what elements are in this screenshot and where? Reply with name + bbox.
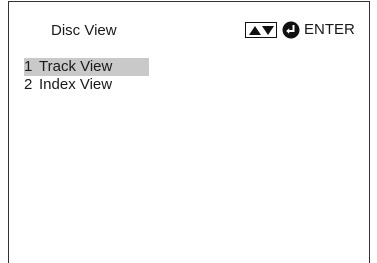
- view-menu: 1 Track View 2 Index View: [24, 58, 224, 94]
- down-arrow-icon: [261, 25, 274, 35]
- up-down-arrows-icon: [245, 22, 277, 38]
- disc-view-screen: Disc View ENTER 1 Track View 2 Index Vie…: [8, 1, 370, 263]
- menu-item-label: Track View: [39, 58, 113, 75]
- page-title: Disc View: [51, 22, 117, 39]
- menu-item-number: 2: [24, 76, 33, 93]
- menu-item-index-view[interactable]: 2 Index View: [24, 76, 224, 94]
- menu-item-track-view[interactable]: 1 Track View: [24, 58, 149, 76]
- navigation-hint: ENTER: [245, 20, 355, 40]
- header-bar: Disc View ENTER: [9, 2, 369, 50]
- menu-item-number: 1: [24, 58, 33, 75]
- up-arrow-icon: [248, 25, 261, 35]
- menu-item-label: Index View: [39, 76, 113, 93]
- enter-return-icon: [282, 21, 300, 39]
- enter-label: ENTER: [304, 21, 355, 38]
